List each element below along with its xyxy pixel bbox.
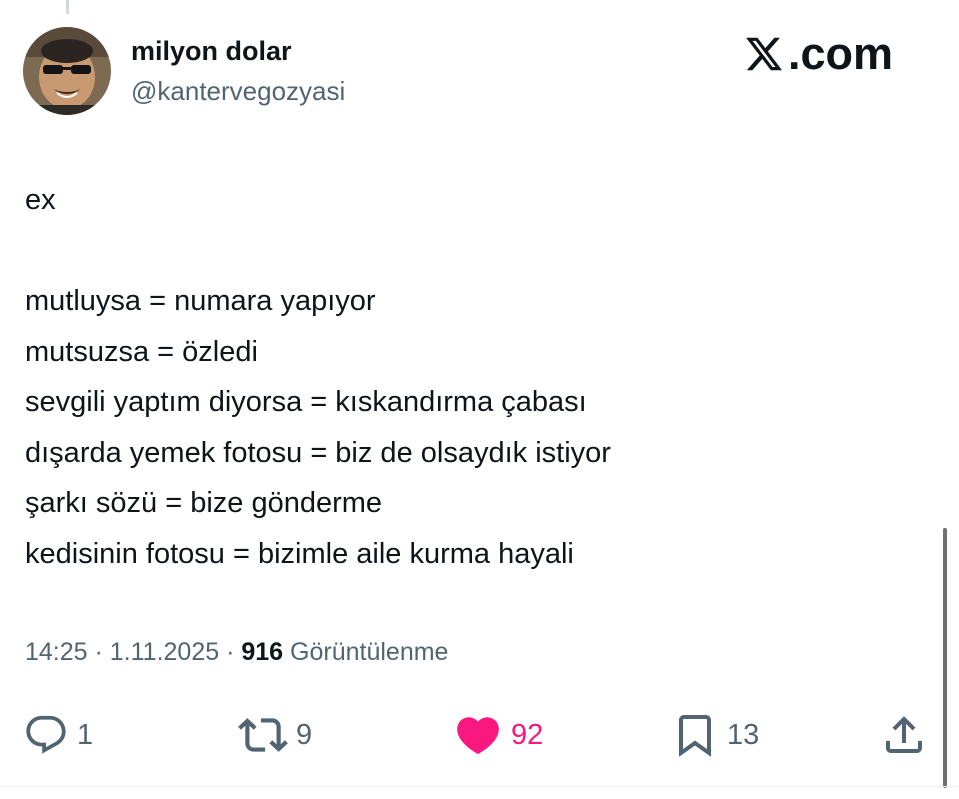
avatar[interactable] — [23, 27, 111, 115]
bookmark-count: 13 — [727, 718, 760, 751]
meta-separator: · — [87, 638, 110, 666]
repost-button[interactable]: 9 — [238, 705, 312, 765]
repost-icon — [238, 710, 288, 760]
tweet-line: mutsuzsa = özledi — [25, 335, 258, 368]
like-button[interactable]: 92 — [453, 705, 543, 765]
brand-domain-text: .com — [788, 28, 894, 79]
like-count: 92 — [511, 718, 544, 751]
author-display-name[interactable]: milyon dolar — [131, 36, 292, 67]
heart-filled-icon — [453, 710, 503, 760]
views-count: 916 — [241, 638, 284, 666]
tweet-metadata: 14:25 · 1.11.2025 · 916 Görüntülenme — [25, 638, 448, 667]
tweet-line: kedisinin fotosu = bizimle aile kurma ha… — [25, 537, 574, 570]
author-handle[interactable]: @kantervegozyasi — [131, 76, 345, 107]
x-logo-icon — [744, 34, 784, 74]
tweet-text: ex mutluysa = numara yapıyor mutsuzsa = … — [25, 175, 611, 579]
divider — [0, 786, 959, 787]
tweet-line: sevgili yaptım diyorsa = kıskandırma çab… — [25, 386, 587, 418]
tweet-action-bar: 1 9 92 13 — [0, 705, 959, 765]
brand-watermark: .com — [744, 28, 893, 80]
repost-count: 9 — [296, 718, 313, 751]
meta-separator: · — [219, 638, 242, 666]
reply-button[interactable]: 1 — [23, 705, 93, 765]
views-label: Görüntülenme — [283, 638, 449, 666]
tweet-date[interactable]: 1.11.2025 — [110, 638, 219, 666]
tweet-line: ex — [25, 184, 56, 216]
share-button[interactable] — [880, 705, 928, 765]
tweet-time[interactable]: 14:25 — [25, 638, 88, 666]
tweet-line: şarkı sözü = bize gönderme — [25, 487, 383, 519]
reply-icon — [23, 712, 69, 758]
scrollbar-thumb[interactable] — [943, 528, 947, 788]
tweet-line: dışarda yemek fotosu = biz de olsaydık i… — [25, 436, 611, 469]
tweet-line: mutluysa = numara yapıyor — [25, 285, 376, 317]
reply-count: 1 — [77, 718, 94, 751]
bookmark-icon — [671, 711, 719, 759]
thread-connector-line — [66, 0, 69, 14]
share-icon — [880, 711, 928, 759]
bookmark-button[interactable]: 13 — [671, 705, 759, 765]
